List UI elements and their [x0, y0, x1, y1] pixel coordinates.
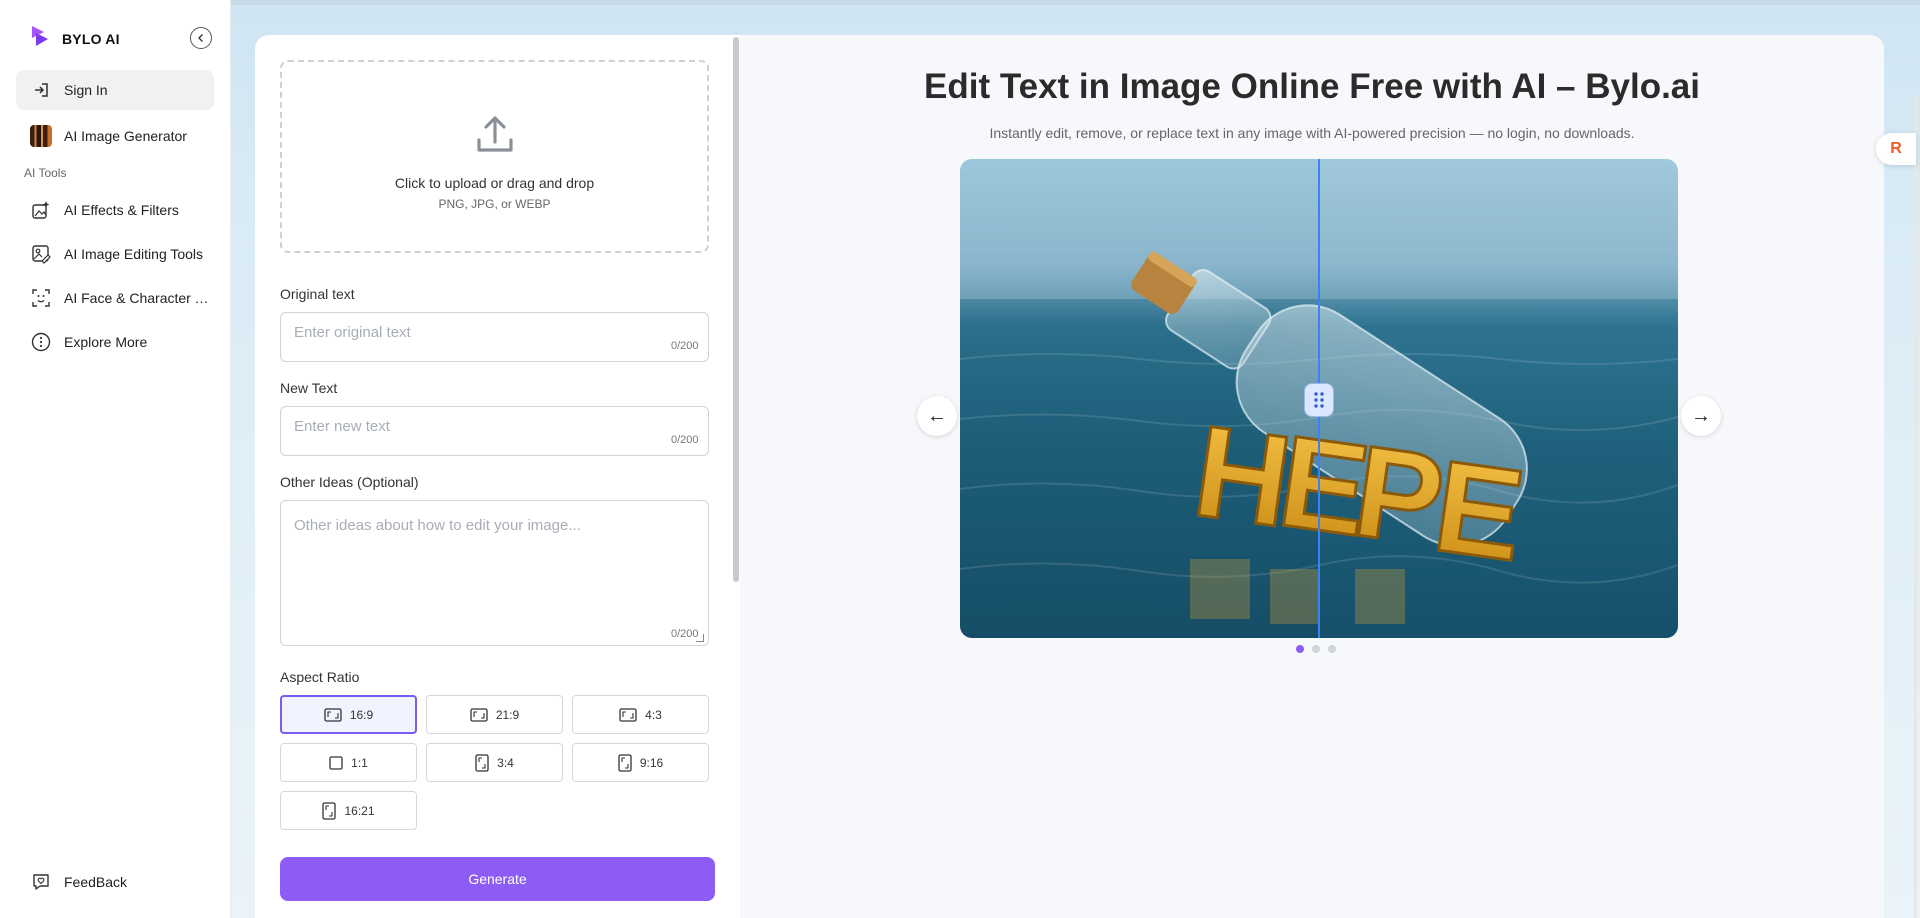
slide-dot-1[interactable] — [1296, 645, 1304, 653]
preview-panel: Edit Text in Image Online Free with AI –… — [740, 35, 1884, 918]
sidebar-item-face-character[interactable]: AI Face & Character Tools — [16, 278, 214, 318]
ratio-button-16-9[interactable]: 16:9 — [280, 695, 417, 734]
page-title: Edit Text in Image Online Free with AI –… — [924, 67, 1700, 106]
image-generator-thumbnail — [30, 125, 52, 147]
sidebar-item-label: AI Effects & Filters — [64, 202, 179, 218]
form-scrollbar-thumb[interactable] — [733, 37, 739, 582]
editor-card: Click to upload or drag and drop PNG, JP… — [255, 35, 1884, 918]
page-subtitle: Instantly edit, remove, or replace text … — [989, 125, 1635, 141]
ratio-button-21-9[interactable]: 21:9 — [426, 695, 563, 734]
square-ratio-icon — [329, 755, 343, 770]
more-circle-icon — [30, 331, 52, 353]
sidebar-item-label: AI Image Generator — [64, 128, 187, 144]
assistant-logo-icon: R — [1890, 140, 1902, 157]
bylo-logo-icon — [30, 24, 50, 53]
sign-in-label: Sign In — [64, 82, 108, 98]
ratio-label: 9:16 — [639, 755, 664, 770]
other-ideas-textarea[interactable] — [280, 500, 709, 646]
ratio-label: 21:9 — [495, 707, 520, 722]
slide-dot-2[interactable] — [1312, 645, 1320, 653]
generate-button[interactable]: Generate — [280, 857, 715, 901]
textarea-resize-handle[interactable] — [696, 634, 704, 642]
sign-in-icon — [30, 79, 52, 101]
sidebar-item-image-generator[interactable]: AI Image Generator — [16, 116, 214, 156]
face-scan-icon — [30, 287, 52, 309]
original-text-label: Original text — [280, 286, 355, 302]
other-ideas-label: Other Ideas (Optional) — [280, 474, 419, 490]
sidebar-item-label: Explore More — [64, 334, 148, 350]
ratio-button-4-3[interactable]: 4:3 — [572, 695, 709, 734]
other-ideas-counter: 0/200 — [671, 628, 699, 640]
image-edit-icon — [30, 243, 52, 265]
sidebar-item-label: AI Face & Character Tools — [64, 290, 214, 306]
upload-title: Click to upload or drag and drop — [394, 175, 595, 191]
feedback-button[interactable]: FeedBack — [16, 862, 214, 902]
ratio-label: 16:21 — [344, 803, 375, 818]
drag-dots-icon — [1314, 392, 1324, 408]
portrait-ratio-icon — [322, 801, 337, 820]
ratio-label: 4:3 — [645, 707, 662, 722]
sidebar-item-label: AI Image Editing Tools — [64, 246, 204, 262]
sidebar-item-explore-more[interactable]: Explore More — [16, 322, 214, 362]
floating-assistant-button[interactable]: R — [1876, 133, 1916, 165]
ratio-label: 3:4 — [497, 755, 514, 770]
original-text-input[interactable] — [280, 312, 709, 362]
before-after-comparison[interactable]: H E P E — [960, 159, 1678, 638]
top-border — [231, 0, 1920, 5]
collapse-sidebar-button[interactable] — [190, 27, 212, 49]
ratio-label: 16:9 — [349, 707, 374, 722]
slide-dot-3[interactable] — [1328, 645, 1336, 653]
sidebar-item-image-editing[interactable]: AI Image Editing Tools — [16, 234, 214, 274]
aspect-ratio-label: Aspect Ratio — [280, 669, 360, 685]
new-text-counter: 0/200 — [671, 434, 699, 446]
sign-in-button[interactable]: Sign In — [16, 70, 214, 110]
page-edge-scrollbar[interactable] — [1914, 95, 1917, 918]
ratio-label: 1:1 — [351, 755, 368, 770]
feedback-label: FeedBack — [64, 874, 128, 890]
new-text-label: New Text — [280, 380, 338, 396]
chevron-left-icon — [197, 33, 204, 43]
landscape-ratio-icon — [619, 707, 637, 722]
upload-icon — [473, 112, 517, 161]
original-text-counter: 0/200 — [671, 340, 699, 352]
previous-slide-button[interactable]: ← — [917, 396, 957, 436]
ratio-button-9-16[interactable]: 9:16 — [572, 743, 709, 782]
landscape-ratio-icon — [324, 707, 342, 722]
sidebar-item-effects-filters[interactable]: AI Effects & Filters — [16, 190, 214, 230]
arrow-right-icon: → — [1691, 404, 1711, 427]
portrait-ratio-icon — [475, 753, 489, 772]
sparkle-image-icon — [30, 199, 52, 221]
ratio-button-16-21[interactable]: 16:21 — [280, 791, 417, 830]
sidebar: BYLO AI Sign In AI Image Generator AI To… — [0, 0, 231, 918]
brand-name: BYLO AI — [62, 30, 120, 47]
arrow-left-icon: ← — [927, 404, 947, 427]
feedback-heart-icon — [30, 871, 52, 893]
comparison-drag-handle[interactable] — [1304, 383, 1334, 417]
ai-tools-section-label: AI Tools — [24, 166, 67, 180]
brand[interactable]: BYLO AI — [30, 24, 120, 53]
upload-formats: PNG, JPG, or WEBP — [438, 197, 551, 211]
landscape-ratio-icon — [470, 707, 488, 722]
new-text-input[interactable] — [280, 406, 709, 456]
ratio-button-3-4[interactable]: 3:4 — [426, 743, 563, 782]
next-slide-button[interactable]: → — [1681, 396, 1721, 436]
ratio-button-1-1[interactable]: 1:1 — [280, 743, 417, 782]
portrait-ratio-icon — [618, 753, 632, 772]
upload-dropzone[interactable]: Click to upload or drag and drop PNG, JP… — [280, 60, 709, 253]
